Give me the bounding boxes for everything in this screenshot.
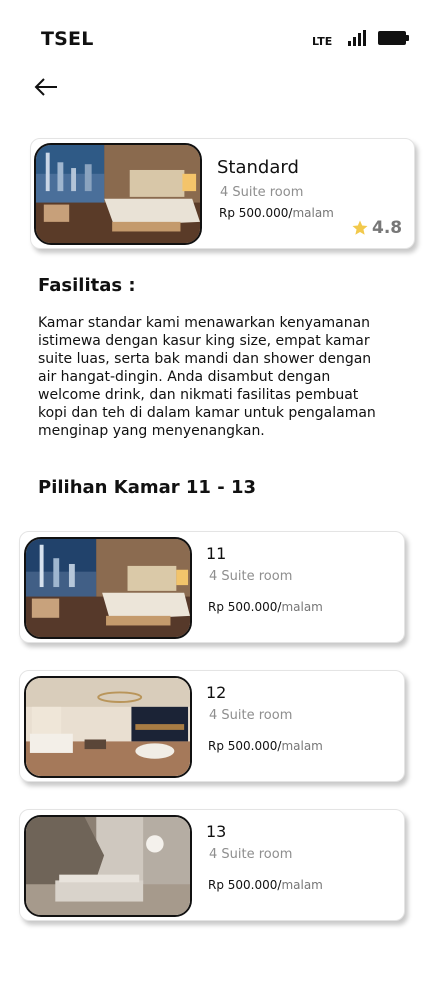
facilities-heading: Fasilitas : <box>38 275 136 296</box>
featured-room-card[interactable]: Standard 4 Suite room Rp 500.000/malam 4… <box>30 138 415 249</box>
room-number: 11 <box>206 544 227 563</box>
room-price: Rp 500.000/malam <box>208 878 323 892</box>
rating-value: 4.8 <box>372 218 403 238</box>
room-subtitle: 4 Suite room <box>209 569 293 584</box>
featured-room-subtitle: 4 Suite room <box>220 185 304 200</box>
room-card-13[interactable]: 13 4 Suite room Rp 500.000/malam <box>19 809 405 921</box>
arrow-left-icon <box>34 78 57 96</box>
back-button[interactable] <box>30 72 64 102</box>
featured-room-title: Standard <box>217 157 299 178</box>
room-card-12[interactable]: 12 4 Suite room Rp 500.000/malam <box>19 670 405 782</box>
room-subtitle: 4 Suite room <box>209 708 293 723</box>
facilities-description: Kamar standar kami menawarkan kenyamanan… <box>38 315 376 439</box>
room-number: 13 <box>206 822 227 841</box>
price-unit: malam <box>292 206 334 220</box>
network-type: LTE <box>312 35 333 48</box>
room-number: 12 <box>206 683 227 702</box>
star-icon <box>352 220 368 235</box>
battery-full-icon <box>378 31 409 45</box>
price-amount: Rp 500.000/ <box>208 739 282 753</box>
room-price: Rp 500.000/malam <box>208 600 323 614</box>
status-bar: TSEL LTE <box>0 0 430 70</box>
featured-room-image <box>34 143 202 245</box>
price-unit: malam <box>281 739 323 753</box>
price-unit: malam <box>281 878 323 892</box>
room-subtitle: 4 Suite room <box>209 847 293 862</box>
room-card-11[interactable]: 11 4 Suite room Rp 500.000/malam <box>19 531 405 643</box>
room-image <box>24 815 192 917</box>
rooms-heading: Pilihan Kamar 11 - 13 <box>38 477 256 498</box>
rating: 4.8 <box>351 218 402 238</box>
price-amount: Rp 500.000/ <box>208 878 282 892</box>
featured-room-price: Rp 500.000/malam <box>219 206 334 220</box>
price-unit: malam <box>281 600 323 614</box>
signal-bars-icon <box>348 30 366 46</box>
room-image <box>24 676 192 778</box>
price-amount: Rp 500.000/ <box>208 600 282 614</box>
room-price: Rp 500.000/malam <box>208 739 323 753</box>
price-amount: Rp 500.000/ <box>219 206 293 220</box>
room-image <box>24 537 192 639</box>
carrier-name: TSEL <box>41 28 94 50</box>
